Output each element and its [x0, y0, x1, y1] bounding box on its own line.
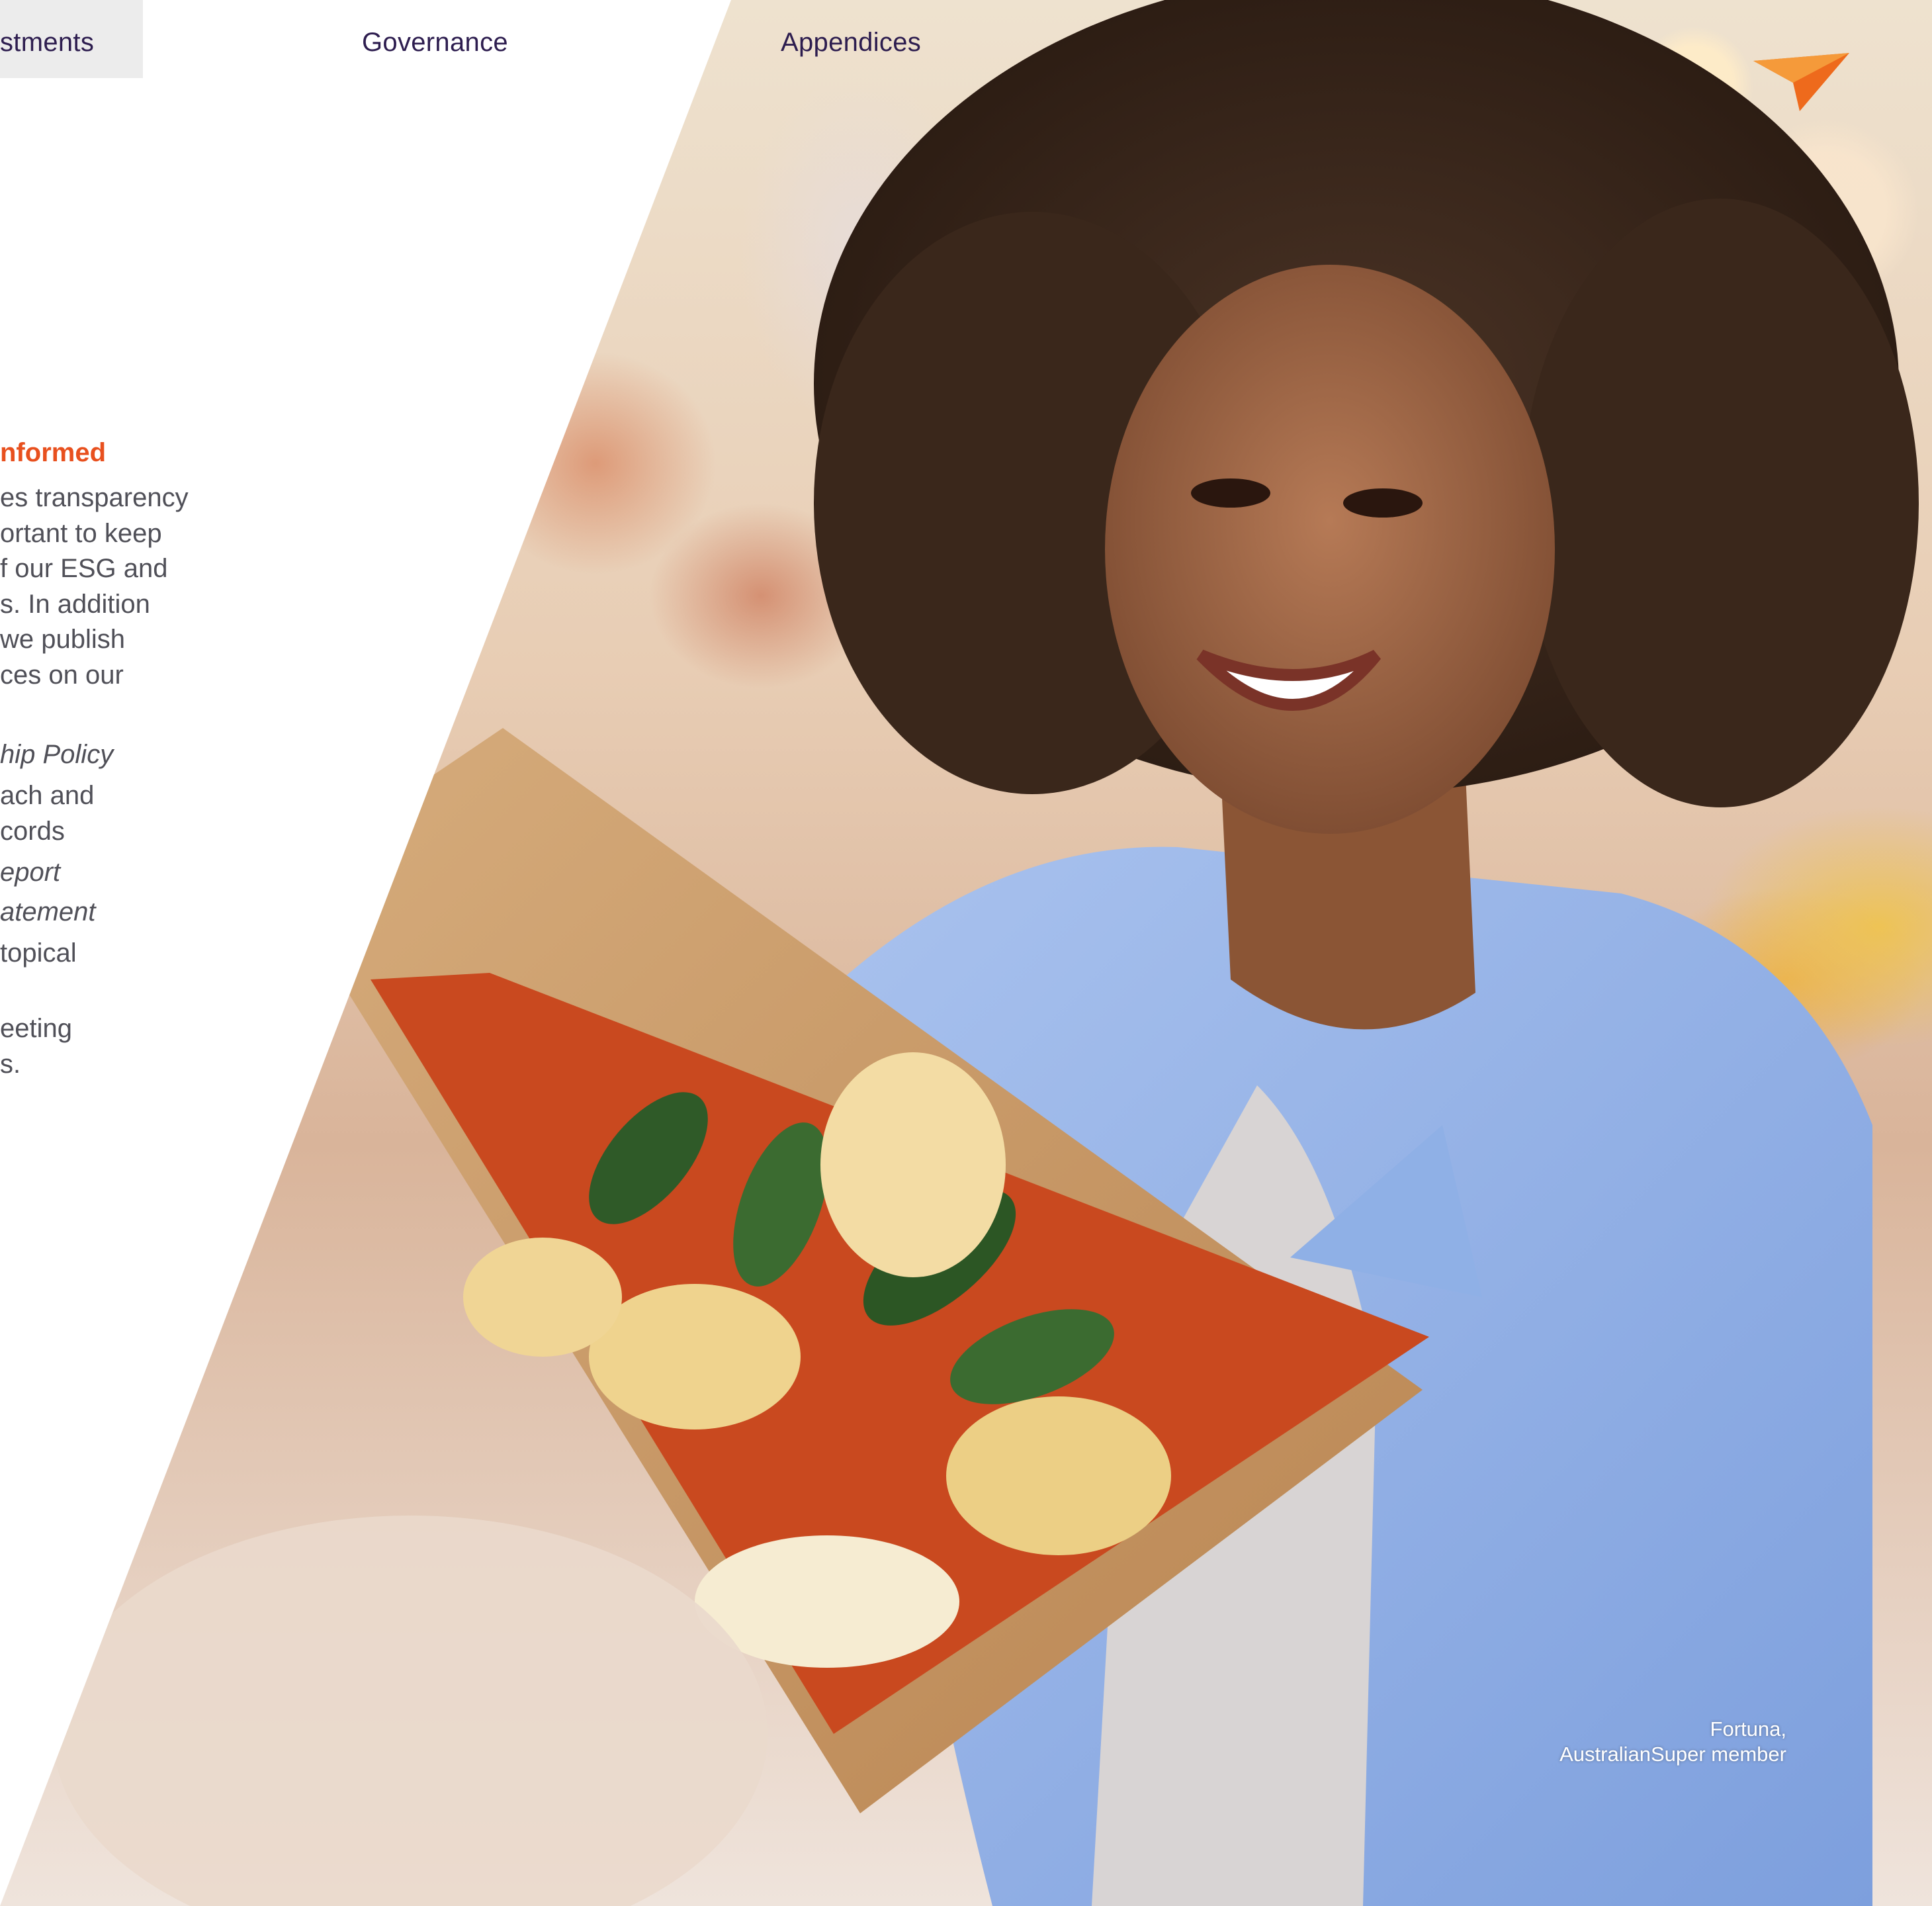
report-link-text[interactable]: eport — [0, 858, 60, 887]
statement-link-text[interactable]: atement — [0, 897, 96, 927]
body-line: es transparency — [0, 483, 189, 512]
body-line: f our ESG and — [0, 554, 168, 583]
body-line: we publish — [0, 625, 126, 654]
body-line: s. — [0, 1050, 21, 1079]
nav-tab-investments[interactable]: stments — [0, 0, 143, 78]
nav-tab-governance[interactable]: Governance — [362, 28, 508, 58]
body-line: ortant to keep — [0, 519, 162, 548]
nav-tab-investments-label: stments — [0, 28, 95, 57]
body-line: ces on our — [0, 660, 124, 690]
body-line: cords — [0, 817, 65, 846]
body-line: topical — [0, 938, 77, 968]
photo-caption: Fortuna, AustralianSuper member — [1559, 1717, 1786, 1767]
paper-plane-logo-icon[interactable] — [1753, 53, 1849, 113]
body-line: ach and — [0, 781, 95, 810]
body-line: s. In addition — [0, 590, 150, 619]
caption-role: AustralianSuper member — [1559, 1743, 1786, 1766]
caption-name: Fortuna, — [1710, 1717, 1786, 1741]
white-diagonal-panel — [0, 0, 731, 1906]
policy-link-text[interactable]: hip Policy — [0, 740, 113, 770]
body-line: eeting — [0, 1014, 72, 1043]
section-heading: nformed — [0, 438, 106, 467]
nav-tab-appendices[interactable]: Appendices — [781, 28, 921, 58]
